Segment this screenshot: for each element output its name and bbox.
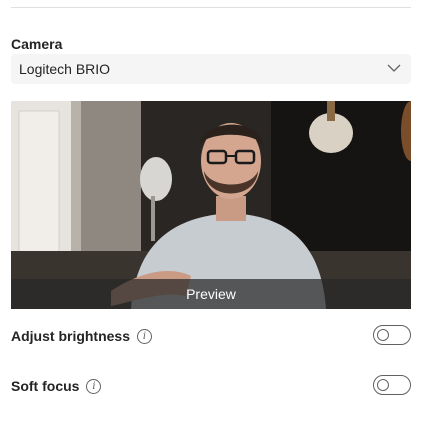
soft-focus-label: Soft focus: [11, 378, 80, 394]
camera-preview: Preview: [11, 101, 411, 309]
preview-caption: Preview: [11, 279, 411, 309]
preview-label: Preview: [186, 286, 236, 302]
info-glyph: i: [142, 330, 147, 342]
toggle-knob: [377, 329, 389, 341]
setting-soft-focus: Soft focus i: [11, 374, 411, 398]
info-icon[interactable]: i: [86, 378, 102, 394]
setting-adjust-brightness: Adjust brightness i: [11, 324, 411, 348]
soft-focus-toggle[interactable]: [373, 375, 411, 395]
adjust-brightness-label: Adjust brightness: [11, 328, 131, 344]
toggle-knob: [377, 379, 389, 391]
camera-preview-image: [11, 101, 411, 309]
camera-select[interactable]: Logitech BRIO: [11, 54, 411, 84]
camera-label: Camera: [11, 36, 63, 52]
top-divider: [11, 7, 411, 8]
adjust-brightness-toggle[interactable]: [373, 325, 411, 345]
info-icon[interactable]: i: [137, 328, 153, 344]
camera-select-value: Logitech BRIO: [19, 61, 111, 77]
chevron-down-icon: [387, 64, 401, 72]
info-glyph: i: [92, 380, 96, 392]
